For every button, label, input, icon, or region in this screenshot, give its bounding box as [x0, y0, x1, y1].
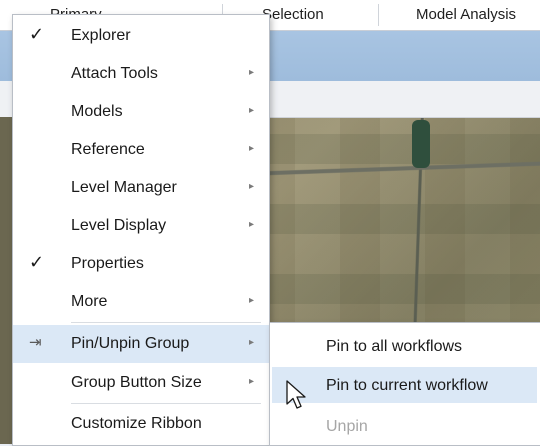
- menu-item-more[interactable]: More ▸: [13, 283, 269, 321]
- tab-selection[interactable]: Selection: [262, 6, 324, 23]
- menu-item-level-manager[interactable]: Level Manager ▸: [13, 169, 269, 207]
- submenu-arrow-icon: ▸: [249, 376, 255, 387]
- checkmark-icon: ✓: [29, 24, 45, 44]
- pin-icon: ⇥: [29, 334, 42, 351]
- submenu-arrow-icon: ▸: [249, 105, 255, 116]
- checkmark-icon: ✓: [29, 252, 45, 272]
- menu-item-label: Level Display: [71, 217, 167, 234]
- menu-item-properties[interactable]: ✓ Properties: [13, 245, 269, 283]
- submenu-arrow-icon: ▸: [249, 295, 255, 306]
- menu-item-label: Models: [71, 103, 123, 120]
- map-left-edge: [0, 117, 12, 444]
- mouse-pointer-icon: [286, 380, 306, 409]
- submenu-arrow-icon: ▸: [249, 67, 255, 78]
- tab-separator: [378, 4, 379, 26]
- submenu-arrow-icon: ▸: [249, 219, 255, 230]
- menu-item-label: Group Button Size: [71, 374, 202, 391]
- menu-item-label: Explorer: [71, 27, 131, 44]
- map-pond: [412, 120, 430, 168]
- menu-item-pin-unpin-group[interactable]: ⇥ Pin/Unpin Group ▸: [13, 325, 269, 363]
- menu-item-customize-ribbon[interactable]: Customize Ribbon: [13, 405, 269, 443]
- menu-item-label: Properties: [71, 255, 144, 272]
- menu-item-group-button-size[interactable]: Group Button Size ▸: [13, 364, 269, 402]
- menu-item-label: Attach Tools: [71, 65, 158, 82]
- menu-item-label: Customize Ribbon: [71, 415, 202, 432]
- submenu-arrow-icon: ▸: [249, 143, 255, 154]
- pin-unpin-submenu: Pin to all workflows Pin to current work…: [269, 322, 540, 446]
- menu-item-level-display[interactable]: Level Display ▸: [13, 207, 269, 245]
- submenu-item-label: Pin to current workflow: [326, 377, 488, 394]
- submenu-item-label: Unpin: [326, 418, 368, 435]
- menu-item-label: Level Manager: [71, 179, 177, 196]
- menu-separator: [71, 322, 261, 323]
- menu-item-attach-tools[interactable]: Attach Tools ▸: [13, 55, 269, 93]
- menu-item-label: Reference: [71, 141, 145, 158]
- tab-model-analysis[interactable]: Model Analysis: [416, 6, 516, 23]
- menu-separator: [71, 403, 261, 404]
- menu-item-reference[interactable]: Reference ▸: [13, 131, 269, 169]
- menu-item-label: Pin/Unpin Group: [71, 335, 190, 352]
- submenu-arrow-icon: ▸: [249, 181, 255, 192]
- submenu-item-label: Pin to all workflows: [326, 338, 463, 355]
- submenu-item-pin-all-workflows[interactable]: Pin to all workflows: [270, 327, 540, 365]
- submenu-arrow-icon: ▸: [249, 337, 255, 348]
- menu-item-explorer[interactable]: ✓ Explorer: [13, 17, 269, 55]
- submenu-item-unpin: Unpin: [270, 407, 540, 445]
- menu-item-label: More: [71, 293, 108, 310]
- submenu-item-pin-current-workflow[interactable]: Pin to current workflow: [270, 367, 540, 405]
- menu-item-models[interactable]: Models ▸: [13, 93, 269, 131]
- ribbon-context-menu: ✓ Explorer Attach Tools ▸ Models ▸ Refer…: [12, 14, 270, 446]
